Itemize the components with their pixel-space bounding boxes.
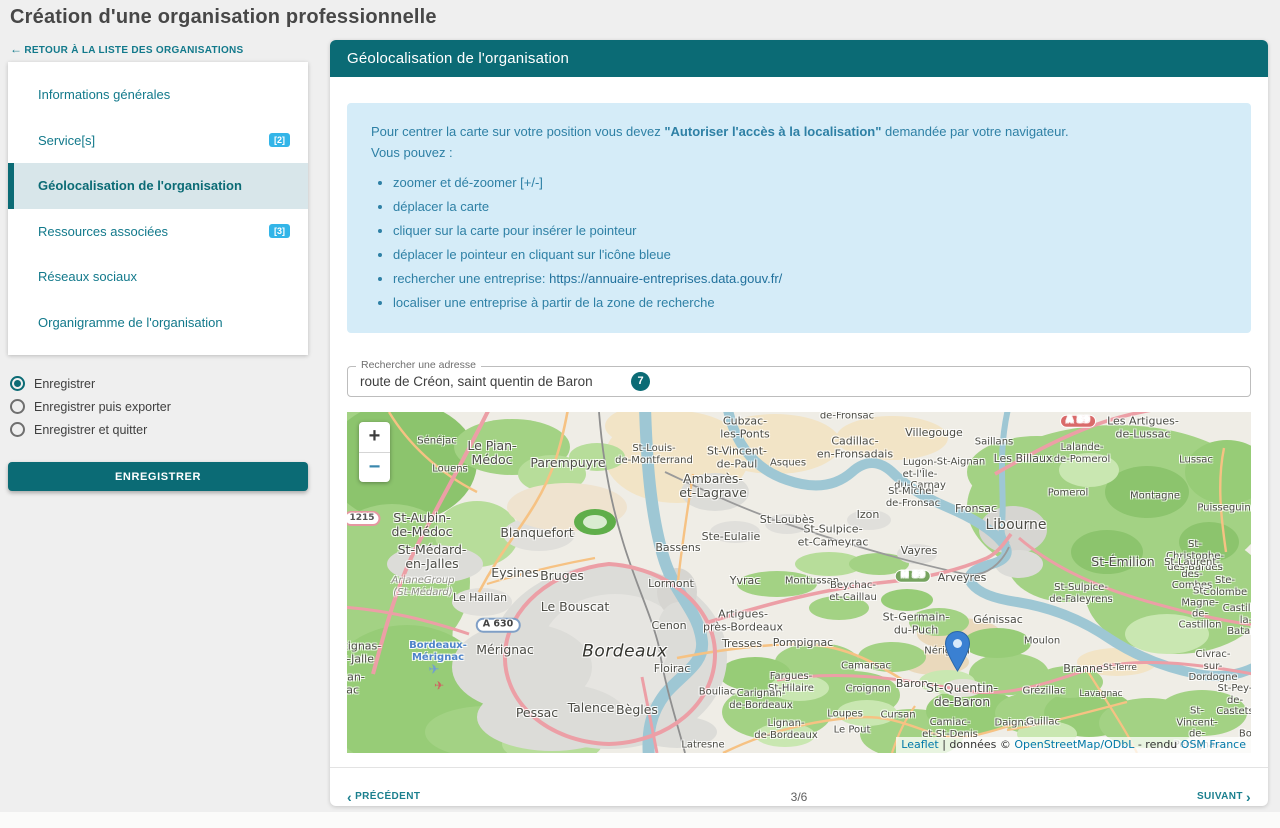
address-search-label: Rechercher une adresse [356, 359, 481, 371]
map-help-infobox: Pour centrer la carte sur votre position… [347, 103, 1251, 333]
previous-step-button[interactable]: ‹ PRÉCÉDENT [347, 791, 420, 802]
save-options-group: Enregistrer Enregistrer puis exporter En… [10, 372, 308, 441]
services-count-badge: [2] [269, 133, 290, 147]
sidebar-item-label: Géolocalisation de l'organisation [38, 178, 294, 193]
sidebar-item-organigramme[interactable]: Organigramme de l'organisation [8, 300, 308, 346]
radio-enregistrer-puis-exporter[interactable]: Enregistrer puis exporter [10, 395, 308, 418]
attribution-link[interactable]: /ODbL [1100, 738, 1134, 751]
address-search-row: Rechercher une adresse 7 [347, 366, 1251, 397]
radio-icon[interactable] [10, 399, 25, 414]
geolocation-panel: Géolocalisation de l'organisation Pour c… [330, 40, 1268, 806]
sidebar-item-reseaux-sociaux[interactable]: Réseaux sociaux [8, 254, 308, 300]
chevron-right-icon: › [1246, 792, 1251, 802]
back-link-label: RETOUR À LA LISTE DES ORGANISATIONS [24, 45, 243, 56]
info-bullet: rechercher une entreprise: https://annua… [393, 271, 1227, 288]
sidebar-item-services[interactable]: Service[s] [2] [8, 118, 308, 164]
info-bullet: zoomer et dé-zoomer [+/-] [393, 175, 1227, 192]
sidebar-item-label: Service[s] [38, 133, 269, 148]
info-intro: Pour centrer la carte sur votre position… [371, 122, 1227, 142]
sidebar-item-informations-generales[interactable]: Informations générales [8, 72, 308, 118]
map-zoom-control: + − [359, 422, 390, 482]
back-arrow-icon: ← [10, 42, 22, 56]
map-tiles [347, 412, 1251, 753]
radio-label: Enregistrer [34, 377, 95, 391]
address-search-input[interactable] [347, 366, 1251, 397]
radio-icon[interactable] [10, 422, 25, 437]
sidebar-item-label: Ressources associées [38, 224, 269, 239]
attribution-link[interactable]: OpenStreetMap [1014, 738, 1100, 751]
save-button[interactable]: ENREGISTRER [8, 462, 308, 491]
info-bullet: localiser une entreprise à partir de la … [393, 295, 1227, 312]
radio-selected-icon[interactable] [10, 376, 25, 391]
info-bullet: cliquer sur la carte pour insérer le poi… [393, 223, 1227, 240]
info-intro-bold: "Autoriser l'accès à la localisation" [664, 124, 881, 139]
annuaire-entreprises-link[interactable]: https://annuaire-entreprises.data.gouv.f… [549, 271, 782, 286]
attribution-link[interactable]: Leaflet [901, 738, 938, 751]
back-to-list-link[interactable]: ←RETOUR À LA LISTE DES ORGANISATIONS [10, 42, 244, 56]
radio-label: Enregistrer et quitter [34, 423, 147, 437]
zoom-out-button[interactable]: − [359, 452, 390, 482]
info-bullet-list: zoomer et dé-zoomer [+/-] déplacer la car… [393, 175, 1227, 311]
page-title: Création d'une organisation professionne… [10, 6, 437, 29]
info-subtitle: Vous pouvez : [371, 145, 1227, 160]
next-label: SUIVANT [1197, 791, 1243, 802]
next-step-button[interactable]: SUIVANT › [1197, 791, 1251, 802]
attribution-link[interactable]: OSM France [1181, 738, 1246, 751]
map-attribution: Leaflet | données © OpenStreetMap/ODbL -… [896, 737, 1251, 753]
info-bullet: déplacer la carte [393, 199, 1227, 216]
panel-title: Géolocalisation de l'organisation [330, 40, 1268, 77]
sidebar-item-ressources-associees[interactable]: Ressources associées [3] [8, 209, 308, 255]
radio-label: Enregistrer puis exporter [34, 400, 171, 414]
attribution-text: | données © [939, 738, 1015, 751]
chevron-left-icon: ‹ [347, 792, 352, 802]
radio-enregistrer-et-quitter[interactable]: Enregistrer et quitter [10, 418, 308, 441]
info-bullet: déplacer le pointeur en cliquant sur l'i… [393, 247, 1227, 264]
location-marker-pin[interactable] [945, 631, 970, 677]
step-indicator: 3/6 [791, 790, 808, 804]
sidebar-item-geolocalisation[interactable]: Géolocalisation de l'organisation [8, 163, 308, 209]
attribution-text: - rendu [1134, 738, 1180, 751]
radio-enregistrer[interactable]: Enregistrer [10, 372, 308, 395]
sidebar-item-label: Organigramme de l'organisation [38, 315, 294, 330]
sidebar-item-label: Réseaux sociaux [38, 269, 294, 284]
previous-label: PRÉCÉDENT [355, 791, 420, 802]
wizard-step-nav: Informations générales Service[s] [2] Gé… [8, 62, 308, 355]
info-intro-text: demandée par votre navigateur. [881, 124, 1068, 139]
leaflet-map[interactable]: SénéjacLe Pian- MédocLouensParempuyreSt-… [347, 412, 1251, 753]
info-intro-text: Pour centrer la carte sur votre position… [371, 124, 664, 139]
sidebar-item-label: Informations générales [38, 87, 294, 102]
zoom-in-button[interactable]: + [359, 422, 390, 452]
ressources-count-badge: [3] [269, 224, 290, 238]
page-bottom-strip [0, 812, 1280, 828]
